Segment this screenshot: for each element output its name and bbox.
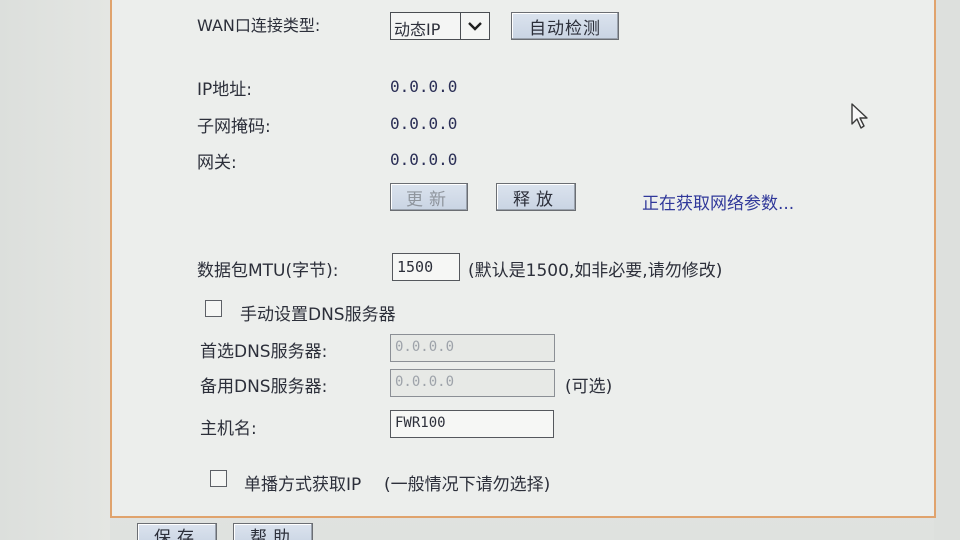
host-name-input[interactable]: FWR100 [390, 410, 554, 438]
right-frame [934, 0, 960, 540]
mtu-hint: (默认是1500,如非必要,请勿修改) [468, 261, 723, 281]
router-settings-screen: WAN口连接类型: 动态IP 自动检测 IP地址: 0.0.0.0 子网掩码: … [0, 0, 960, 540]
renew-button[interactable]: 更新 [390, 183, 468, 211]
unicast-hint: (一般情况下请勿选择) [384, 475, 551, 495]
help-button[interactable]: 帮助 [233, 523, 313, 540]
chevron-down-icon[interactable] [460, 13, 489, 39]
host-name-label: 主机名: [200, 419, 257, 439]
wan-type-select[interactable]: 动态IP [390, 12, 490, 40]
secondary-dns-label: 备用DNS服务器: [200, 377, 328, 397]
mtu-input[interactable]: 1500 [392, 253, 460, 281]
unicast-label: 单播方式获取IP [244, 475, 362, 495]
gateway-value: 0.0.0.0 [390, 150, 458, 169]
gateway-label: 网关: [197, 153, 237, 173]
release-button[interactable]: 释放 [496, 183, 576, 211]
wan-type-selected-value: 动态IP [394, 20, 441, 39]
subnet-mask-value: 0.0.0.0 [390, 114, 458, 133]
ip-address-label: IP地址: [197, 80, 252, 100]
wan-type-label: WAN口连接类型: [197, 16, 321, 35]
unicast-checkbox[interactable] [210, 470, 227, 487]
auto-detect-button[interactable]: 自动检测 [511, 12, 619, 40]
manual-dns-checkbox[interactable] [205, 300, 222, 317]
left-frame [0, 0, 110, 540]
secondary-dns-hint: (可选) [565, 377, 613, 397]
primary-dns-input[interactable]: 0.0.0.0 [390, 334, 555, 362]
secondary-dns-input[interactable]: 0.0.0.0 [390, 369, 555, 397]
mouse-pointer-icon [850, 102, 870, 134]
subnet-mask-label: 子网掩码: [197, 117, 271, 137]
ip-address-value: 0.0.0.0 [390, 77, 458, 96]
mtu-label: 数据包MTU(字节): [197, 261, 339, 281]
status-message: 正在获取网络参数... [642, 194, 795, 214]
primary-dns-label: 首选DNS服务器: [200, 342, 328, 362]
manual-dns-label: 手动设置DNS服务器 [240, 305, 396, 325]
save-button[interactable]: 保存 [137, 523, 217, 540]
